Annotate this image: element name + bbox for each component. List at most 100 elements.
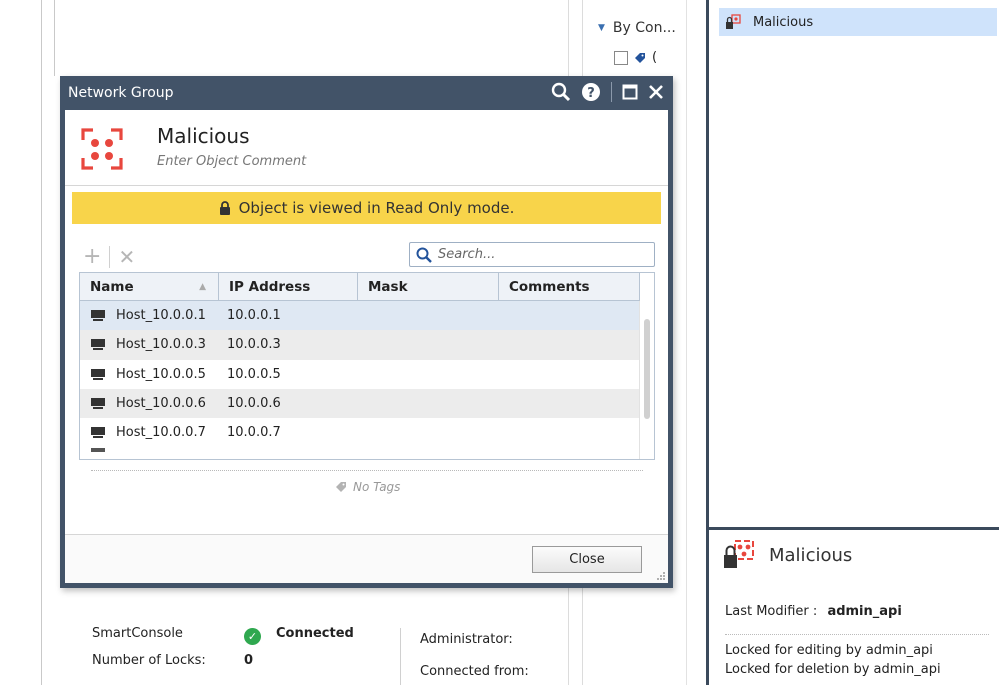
column-header-label: Comments [509, 279, 590, 295]
cell-ip: 10.0.0.6 [227, 396, 281, 412]
object-header: Malicious Enter Object Comment [65, 110, 668, 186]
tag-marker: ( [652, 50, 658, 65]
selected-object-label: Malicious [753, 14, 814, 30]
help-icon[interactable]: ? [581, 82, 601, 102]
tag-filter-row[interactable]: ( [614, 50, 657, 65]
table-header: Name ▲ IP Address Mask Comments [80, 273, 640, 301]
host-name: Host_10.0.0.5 [116, 366, 206, 382]
readonly-banner-text: Object is viewed in Read Only mode. [238, 199, 515, 217]
column-header-label: IP Address [229, 279, 311, 295]
remove-member-icon[interactable]: ✕ [118, 245, 135, 269]
no-tags-label: No Tags [353, 480, 401, 494]
search-icon [416, 247, 432, 263]
titlebar-actions: ? [551, 82, 664, 102]
column-header-label: Mask [368, 279, 408, 295]
object-details-panel: Malicious Malicious Last Modifier : admi… [706, 0, 999, 685]
host-icon [91, 339, 105, 351]
selected-object-item[interactable]: Malicious [719, 8, 997, 36]
column-header-comments[interactable]: Comments [499, 273, 640, 301]
details-title: Malicious [769, 544, 853, 566]
connection-status: Connected [276, 626, 354, 641]
connected-from-label: Connected from: [420, 664, 529, 679]
table-row[interactable]: Host_10.0.0.5 10.0.0.5 [80, 360, 640, 389]
cell-name: Host_10.0.0.1 [80, 308, 219, 323]
dialog-footer: Close [65, 534, 668, 583]
locks-value: 0 [244, 653, 254, 668]
smartconsole-label: SmartConsole [92, 626, 183, 641]
details-divider [709, 527, 999, 530]
table-row[interactable]: Host_10.0.0.6 10.0.0.6 [80, 388, 640, 419]
host-name: Host_10.0.0.7 [116, 425, 206, 441]
status-divider [400, 628, 401, 685]
check-circle-icon: ✓ [244, 628, 261, 645]
cell-ip: 10.0.0.7 [227, 425, 281, 441]
svg-text:?: ? [587, 86, 595, 101]
table-row[interactable]: Host_10.0.0.7 10.0.0.7 [80, 418, 640, 447]
toolbar-separator [109, 245, 111, 268]
cell-name: Host_10.0.0.7 [80, 425, 219, 440]
object-comment-field[interactable]: Enter Object Comment [157, 154, 306, 169]
left-pane-border [41, 0, 42, 685]
close-icon[interactable] [648, 84, 664, 100]
column-header-ip[interactable]: IP Address [219, 273, 358, 301]
network-group-icon [81, 128, 123, 170]
dialog-title: Network Group [68, 85, 174, 101]
tag-icon [635, 52, 645, 63]
resize-grip-icon[interactable] [656, 571, 666, 581]
tree-item-label: By Con... [612, 20, 676, 36]
sort-ascending-icon: ▲ [199, 282, 206, 292]
maximize-icon[interactable] [622, 84, 638, 100]
dialog-titlebar[interactable]: Network Group ? [65, 76, 668, 110]
locked-group-icon [724, 540, 754, 568]
readonly-banner: Object is viewed in Read Only mode. [72, 192, 661, 224]
column-header-mask[interactable]: Mask [358, 273, 499, 301]
cell-name: Host_10.0.0.3 [80, 337, 219, 352]
expand-triangle-icon[interactable]: ▼ [598, 23, 605, 33]
locks-label: Number of Locks: [92, 653, 206, 668]
cell-ip: 10.0.0.3 [227, 337, 281, 353]
host-icon [91, 310, 105, 322]
next-row-host-icon [91, 448, 105, 452]
column-header-name[interactable]: Name ▲ [80, 273, 219, 301]
network-group-dialog: Network Group ? Malicious Enter Object C… [60, 76, 673, 588]
host-name: Host_10.0.0.6 [116, 396, 206, 412]
host-icon [91, 427, 105, 439]
search-icon[interactable] [551, 82, 571, 102]
cell-name: Host_10.0.0.5 [80, 367, 219, 382]
tag-icon [336, 482, 346, 492]
host-icon [91, 398, 105, 410]
close-button[interactable]: Close [532, 546, 642, 573]
administrator-label: Administrator: [420, 632, 513, 647]
member-search-input[interactable] [438, 247, 638, 262]
left-pane-border-2 [54, 0, 55, 76]
member-search-box[interactable] [409, 242, 655, 267]
column-header-label: Name [90, 279, 134, 295]
tag-checkbox[interactable] [614, 50, 628, 65]
members-toolbar: + ✕ [83, 244, 135, 269]
locked-group-icon [726, 14, 741, 29]
last-modifier-label: Last Modifier : [725, 604, 818, 619]
tags-area[interactable]: No Tags [335, 480, 400, 494]
tree-pane-border [686, 0, 687, 685]
table-row[interactable]: Host_10.0.0.3 10.0.0.3 [80, 330, 640, 360]
scrollbar-thumb[interactable] [644, 319, 650, 419]
cell-ip: 10.0.0.1 [227, 308, 281, 324]
lock-icon [219, 201, 230, 215]
last-modifier: Last Modifier : admin_api [725, 604, 902, 619]
details-header: Malicious [723, 540, 852, 570]
cell-ip: 10.0.0.5 [227, 366, 281, 382]
host-name: Host_10.0.0.1 [116, 308, 206, 324]
host-icon [91, 368, 105, 380]
members-table: Name ▲ IP Address Mask Comments Host_10.… [79, 272, 655, 460]
tags-separator [91, 470, 643, 471]
table-scrollbar[interactable] [639, 301, 654, 459]
table-row[interactable]: Host_10.0.0.1 10.0.0.1 [80, 301, 640, 331]
dialog-body: Malicious Enter Object Comment Object is… [65, 110, 668, 583]
locked-for-deletion: Locked for deletion by admin_api [725, 662, 941, 677]
titlebar-separator [611, 82, 612, 102]
add-member-icon[interactable]: + [83, 244, 101, 269]
table-rows: Host_10.0.0.1 10.0.0.1 Host_10.0.0.3 10.… [80, 301, 640, 447]
tree-item-by-connection[interactable]: ▼ By Con... [598, 20, 676, 36]
object-name[interactable]: Malicious [157, 124, 250, 148]
cell-name: Host_10.0.0.6 [80, 396, 219, 411]
